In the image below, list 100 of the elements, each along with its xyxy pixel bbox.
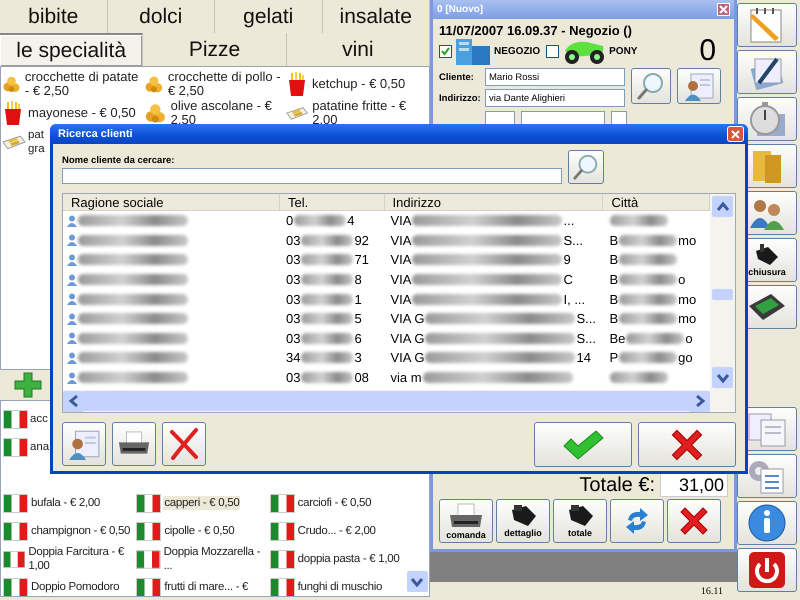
italian-flag-icon — [3, 522, 28, 540]
italian-flag-icon — [270, 578, 295, 596]
input-field[interactable]: Mario Rossi — [485, 68, 625, 86]
table-cell: B — [610, 311, 618, 326]
person-icon — [67, 372, 77, 384]
table-cell: 03 — [286, 292, 300, 307]
menu-item[interactable]: capperi - € 0,50 — [163, 496, 240, 510]
printer-icon — [448, 502, 484, 530]
total-field[interactable]: 31,00 — [660, 473, 728, 497]
search-icon — [636, 71, 666, 101]
italian-flag-icon — [270, 522, 295, 540]
table-cell: 08 — [354, 370, 369, 386]
italian-flag-icon — [3, 550, 26, 568]
italian-flag-icon — [136, 494, 162, 512]
menu-item[interactable]: Doppia Mozzarella - ... — [162, 545, 270, 573]
checkmark-icon — [561, 428, 605, 462]
menu-item[interactable]: champignon - € 0,50 — [30, 524, 132, 538]
checkbox[interactable] — [439, 44, 452, 58]
input-field[interactable] — [485, 111, 515, 125]
menu-item[interactable]: ketchup - € 0,50 — [310, 76, 408, 90]
checkbox[interactable] — [546, 44, 560, 58]
scroll-left-button[interactable] — [63, 390, 84, 412]
column-header[interactable]: Tel. — [280, 194, 385, 210]
table-cell: 92 — [354, 232, 369, 248]
table-cell: 03 — [286, 311, 300, 326]
menu-item[interactable]: doppia pasta - € 1,00 — [296, 552, 400, 566]
table-cell: mo — [678, 311, 696, 326]
scroll-right-button[interactable] — [689, 390, 710, 412]
sidebar-button[interactable] — [737, 548, 797, 592]
menu-item[interactable]: acc — [30, 412, 48, 426]
menu-item[interactable]: olive ascolane - € 2,50 — [168, 98, 286, 126]
menu-item[interactable]: funghi di muschio — [296, 580, 384, 594]
delete-icon — [167, 427, 201, 461]
column-header[interactable]: Indirizzo — [384, 194, 604, 210]
comanda-button[interactable]: comanda — [439, 499, 493, 543]
input-field[interactable] — [611, 111, 627, 125]
input-field[interactable] — [521, 111, 605, 125]
refresh-button[interactable] — [610, 499, 664, 543]
menu-item[interactable]: Doppio Pomodoro — [30, 580, 120, 594]
close-button[interactable] — [727, 126, 744, 142]
confirm-button[interactable] — [534, 422, 632, 467]
sidebar-button[interactable] — [737, 501, 797, 545]
delete-button[interactable] — [162, 422, 206, 466]
field-label: Cliente: — [439, 72, 475, 82]
category-tab[interactable]: le specialità — [0, 33, 144, 66]
menu-item[interactable]: frutti di mare... - € — [163, 580, 250, 594]
sidebar-button[interactable] — [737, 454, 797, 498]
menu-item[interactable]: cipolle - € 0,50 — [163, 524, 236, 538]
table-cell: B — [610, 292, 618, 307]
blurred-text — [301, 313, 354, 324]
cancel-button[interactable] — [638, 422, 736, 467]
print-button[interactable] — [112, 422, 156, 466]
blurred-text — [294, 215, 346, 226]
menu-item[interactable]: ana — [30, 440, 50, 454]
scroll-down-button[interactable] — [712, 367, 733, 388]
dialog-title: Ricerca clienti — [58, 128, 133, 140]
contact-button[interactable] — [677, 68, 721, 104]
table-cell: 03 — [286, 370, 300, 386]
close-button[interactable] — [717, 3, 730, 16]
table-cell: VIA — [390, 272, 412, 288]
search-field[interactable] — [62, 168, 562, 184]
sidebar-button[interactable] — [737, 97, 797, 141]
table-cell: B — [610, 252, 618, 268]
contact-button[interactable] — [62, 422, 106, 466]
person-icon — [67, 293, 77, 306]
field-label: Indirizzo: — [439, 92, 482, 104]
menu-item[interactable]: crocchette di patate - € 2,50 — [22, 70, 144, 98]
menu-item[interactable]: Doppia Farcitura - € 1,00 — [27, 545, 136, 573]
table-cell: 03 — [286, 330, 300, 346]
blurred-text — [301, 372, 354, 384]
dettaglio-button[interactable]: dettaglio — [496, 499, 550, 543]
blurred-text — [301, 254, 354, 266]
menu-item[interactable]: bufala - € 2,00 — [30, 496, 102, 510]
scroll-up-button[interactable] — [712, 196, 733, 217]
scroll-down-button[interactable] — [406, 571, 428, 592]
blurred-text — [619, 254, 678, 266]
table-cell: 03 — [286, 272, 300, 288]
blurred-text — [610, 372, 668, 384]
menu-item[interactable]: Crudo... - € 2,00 — [296, 524, 377, 538]
totale-button[interactable]: totale — [553, 499, 607, 543]
table-cell: mo — [678, 232, 696, 248]
menu-item[interactable]: patatine fritte - € 2,00 — [310, 98, 428, 126]
column-header[interactable]: Ragione sociale — [63, 194, 280, 210]
menu-item[interactable]: carciofi - € 0,50 — [296, 496, 372, 510]
menu-item[interactable]: mayonese - € 0,50 — [26, 106, 138, 120]
italian-flag-icon — [3, 578, 28, 596]
cancel-button[interactable] — [667, 499, 721, 543]
input-field[interactable]: via Dante Alighieri — [485, 89, 625, 107]
blurred-text — [619, 294, 678, 305]
scroll-thumb[interactable] — [712, 289, 733, 300]
table-cell: B — [610, 272, 618, 288]
plus-icon — [14, 372, 42, 398]
person-icon — [67, 352, 77, 364]
search-button[interactable] — [568, 150, 604, 184]
sidebar-button[interactable] — [737, 50, 797, 94]
search-button[interactable] — [631, 68, 671, 104]
field-label: Nome cliente da cercare: — [62, 155, 176, 166]
table-cell: 0 — [286, 213, 294, 228]
order-header: 11/07/2007 16.09.37 - Negozio () — [438, 22, 633, 38]
menu-item[interactable]: pat gra — [28, 128, 46, 156]
